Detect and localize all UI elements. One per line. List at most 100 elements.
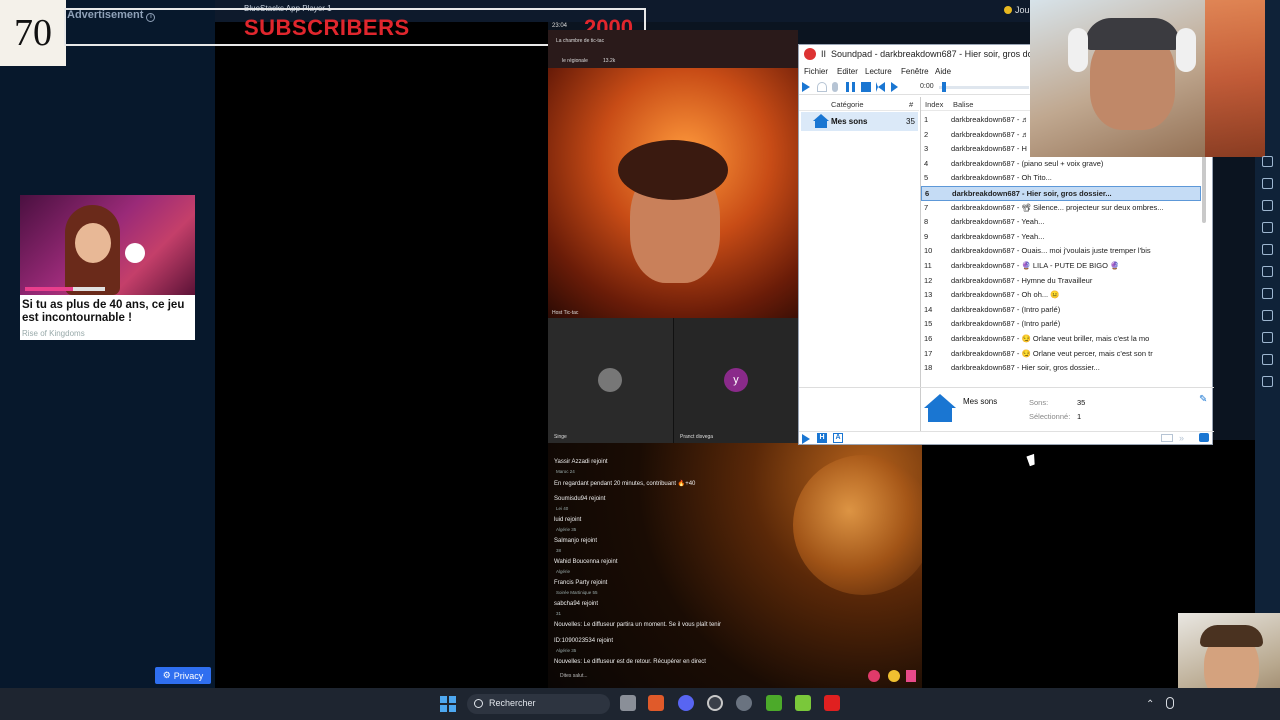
sound-row[interactable]: 13 darkbreakdown687 - Oh oh... 😐 xyxy=(921,288,1201,303)
sound-title: darkbreakdown687 - Ouais... moi j'voulai… xyxy=(951,246,1151,256)
brave-icon[interactable] xyxy=(648,695,664,711)
category-header-label[interactable]: Catégorie xyxy=(831,100,864,109)
sound-row[interactable]: 12 darkbreakdown687 - Hymne du Travailleu… xyxy=(921,274,1201,289)
sound-index: 4 xyxy=(924,158,929,168)
play-icon[interactable] xyxy=(802,82,810,92)
sound-row[interactable]: 7 darkbreakdown687 - 📽 Silence... project… xyxy=(921,201,1201,216)
sound-title: darkbreakdown687 - 😏 Orlane veut percer,… xyxy=(951,348,1153,358)
chat-message: Francis Party rejoint xyxy=(554,580,608,586)
viewer-count: 13.2k xyxy=(603,58,616,64)
guest-avatar xyxy=(598,368,622,392)
microphone-icon[interactable] xyxy=(832,82,838,92)
next-icon[interactable] xyxy=(891,82,898,92)
present-icon[interactable] xyxy=(906,670,916,682)
repeat-icon[interactable] xyxy=(1161,434,1173,442)
headphones-icon[interactable] xyxy=(817,82,827,92)
gift-icon[interactable] xyxy=(868,670,880,682)
soundpad-statusbar: H A » xyxy=(799,431,1214,445)
sidebar-icon-10[interactable] xyxy=(1262,354,1273,365)
tag-header[interactable]: Balise xyxy=(953,100,973,109)
gear-icon: ⚙ xyxy=(162,670,171,680)
sidebar-icon-2[interactable] xyxy=(1262,178,1273,189)
sound-title: darkbreakdown687 - (Intro parlé) xyxy=(951,319,1061,329)
taskbar-search[interactable]: Rechercher xyxy=(467,694,610,714)
sidebar-icon-3[interactable] xyxy=(1262,200,1273,211)
sound-row[interactable]: 17 darkbreakdown687 - 😏 Orlane veut perce… xyxy=(921,347,1201,362)
youtube-icon[interactable] xyxy=(824,695,840,711)
menu-lecture[interactable]: Lecture xyxy=(865,67,892,76)
chat-badge: 38 xyxy=(556,548,562,553)
category-count: 35 xyxy=(906,117,915,126)
chevron-up-icon[interactable]: ⌃ xyxy=(1146,699,1154,710)
hotkey-h-icon[interactable]: H xyxy=(817,433,827,443)
wrench-icon[interactable]: ✎ xyxy=(1199,394,1207,405)
menu-fichier[interactable]: Fichier xyxy=(804,67,828,76)
sound-row[interactable]: 18 darkbreakdown687 - Hier soir, gros dos… xyxy=(921,361,1201,376)
chrome-icon[interactable] xyxy=(707,695,723,711)
chat-message: Yassir Azzadi rejoint xyxy=(554,459,608,465)
sidebar-icon-4[interactable] xyxy=(1262,222,1273,233)
hotkey-a-icon[interactable]: A xyxy=(833,433,843,443)
sidebar-icon-8[interactable] xyxy=(1262,310,1273,321)
emoji-icon[interactable] xyxy=(888,670,900,682)
chat-icon[interactable] xyxy=(1199,433,1209,442)
sidebar-icon-9[interactable] xyxy=(1262,332,1273,343)
sound-row[interactable]: 5 darkbreakdown687 - Oh Tito... xyxy=(921,171,1201,186)
stop-icon[interactable] xyxy=(861,82,871,92)
sidebar-icon-5[interactable] xyxy=(1262,244,1273,255)
sound-row[interactable]: 11 darkbreakdown687 - 🔮 LILA - PUTE DE BI… xyxy=(921,259,1201,274)
sidebar-icon-1[interactable] xyxy=(1262,156,1273,167)
pause-icon[interactable] xyxy=(846,82,855,92)
sidebar-icon-7[interactable] xyxy=(1262,288,1273,299)
subscribers-label: SUBSCRIBERS xyxy=(244,15,410,40)
webcam-main xyxy=(1030,0,1265,157)
sound-row[interactable]: 8 darkbreakdown687 - Yeah... xyxy=(921,215,1201,230)
chat-input[interactable]: Dites salut... xyxy=(560,673,588,679)
windows-start-icon[interactable] xyxy=(440,696,456,712)
sound-row[interactable]: 14 darkbreakdown687 - (Intro parlé) xyxy=(921,303,1201,318)
seek-bar[interactable] xyxy=(939,86,1029,89)
ad-card[interactable]: Si tu as plus de 40 ans, ce jeu est inco… xyxy=(20,195,195,340)
sidebar-icon-11[interactable] xyxy=(1262,376,1273,387)
sound-title: darkbreakdown687 - 🔮 LILA - PUTE DE BIGO… xyxy=(951,261,1120,270)
privacy-button[interactable]: ⚙ Privacy xyxy=(155,667,211,684)
sound-title: darkbreakdown687 - Yeah... xyxy=(951,231,1045,241)
microphone-tray-icon[interactable] xyxy=(1166,697,1174,709)
file-explorer-icon[interactable] xyxy=(620,695,636,711)
sound-row[interactable]: 16 darkbreakdown687 - 😏 Orlane veut brill… xyxy=(921,332,1201,347)
room-name: La chambre de tic-tac xyxy=(556,38,605,44)
guest-seat-right[interactable]: y Pranct disvega xyxy=(673,318,798,443)
sound-index: 11 xyxy=(924,261,932,270)
search-icon xyxy=(474,699,483,708)
guest-seat-left[interactable]: Singe xyxy=(548,318,673,443)
sons-label: Sons: xyxy=(1029,398,1049,407)
minecraft-icon[interactable] xyxy=(766,695,782,711)
soundpad-title: II Soundpad - darkbreakdown687 - Hier so… xyxy=(821,49,1059,59)
seek-thumb[interactable] xyxy=(942,82,946,92)
guest-hair xyxy=(1200,625,1263,647)
category-count-header[interactable]: # xyxy=(909,100,913,109)
sidebar-icon-6[interactable] xyxy=(1262,266,1273,277)
ad-title[interactable]: Si tu as plus de 40 ans, ce jeu est inco… xyxy=(22,299,194,325)
forward-icon[interactable]: » xyxy=(1179,433,1184,443)
sound-row[interactable]: 9 darkbreakdown687 - Yeah... xyxy=(921,230,1201,245)
stream-header: La chambre de tic-tac le régionale 13.2k xyxy=(548,30,798,68)
sound-row[interactable]: 4 darkbreakdown687 - (piano seul + voix g… xyxy=(921,157,1201,172)
status-play-icon[interactable] xyxy=(802,434,810,444)
previous-icon[interactable] xyxy=(876,82,885,92)
settings-icon[interactable] xyxy=(736,695,752,711)
sound-title: darkbreakdown687 - Hier soir, gros dossi… xyxy=(951,363,1100,373)
category-row-mes-sons[interactable]: Mes sons 35 xyxy=(801,112,918,131)
index-header[interactable]: Index xyxy=(925,100,943,109)
sound-row[interactable]: 15 darkbreakdown687 - (Intro parlé) xyxy=(921,317,1201,332)
bluestacks-icon[interactable] xyxy=(795,695,811,711)
sound-row[interactable]: 6 darkbreakdown687 - Hier soir, gros doss… xyxy=(921,186,1201,201)
menu-editer[interactable]: Editer xyxy=(837,67,858,76)
menu-fenetre[interactable]: Fenêtre xyxy=(901,67,929,76)
menu-aide[interactable]: Aide xyxy=(935,67,951,76)
host-label: Host Tic-tac xyxy=(552,310,579,316)
headphones-right xyxy=(1176,28,1196,72)
chat-message: Salmanjo rejoint xyxy=(554,538,598,544)
sound-row[interactable]: 10 darkbreakdown687 - Ouais... moi j'voul… xyxy=(921,244,1201,259)
discord-icon[interactable] xyxy=(678,695,694,711)
